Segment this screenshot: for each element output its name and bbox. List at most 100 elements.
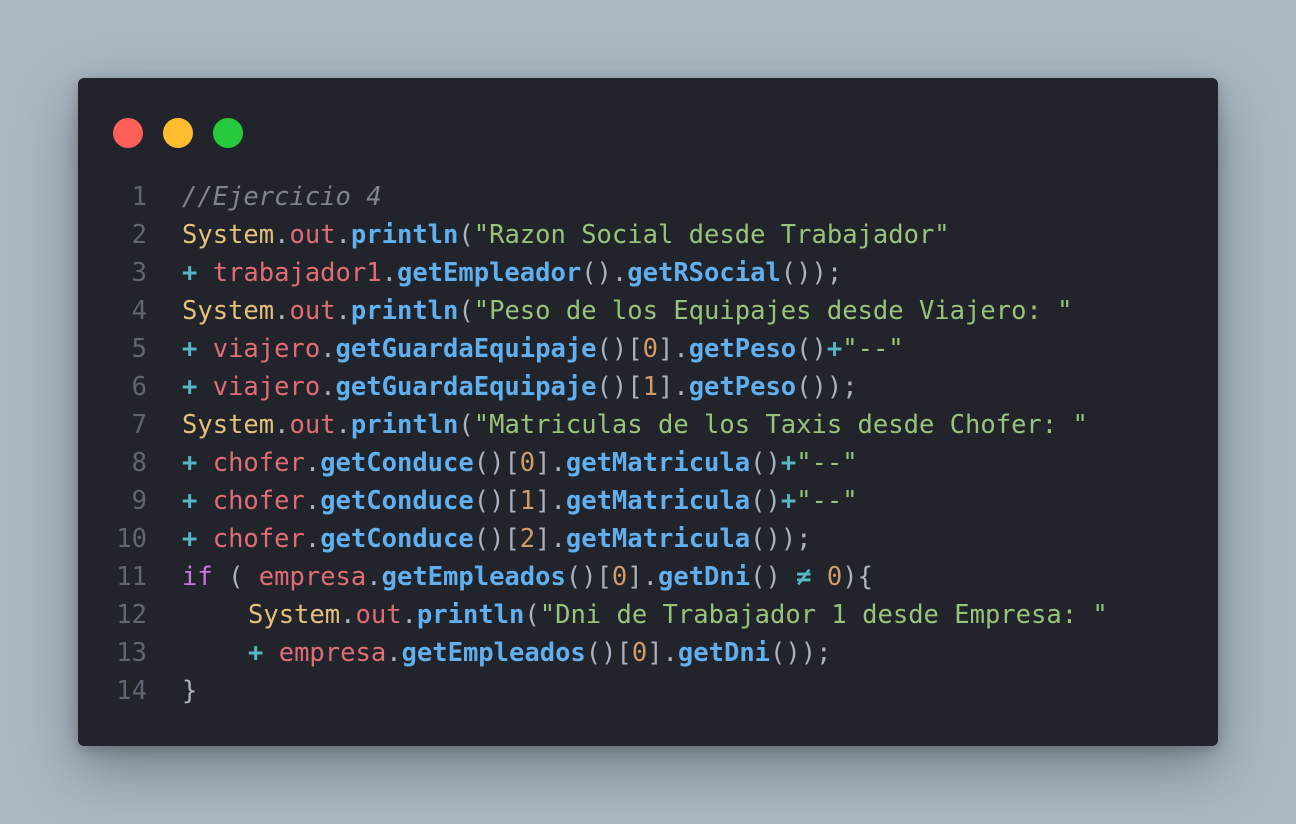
code-token: 0 <box>631 638 648 668</box>
code-token: getGuardaEquipaje <box>335 372 597 402</box>
code-token: . <box>401 600 417 630</box>
code-token: () <box>750 562 797 592</box>
code-token: ]. <box>647 638 678 668</box>
code-token: out <box>289 296 336 326</box>
code-token: + <box>182 258 198 288</box>
line-number: 3 <box>131 258 147 288</box>
code-token: getGuardaEquipaje <box>335 334 597 364</box>
code-token: chofer <box>212 448 305 478</box>
code-token: ){ <box>842 562 873 592</box>
code-token: ()[ <box>473 486 520 516</box>
code-token: ]. <box>627 562 658 592</box>
line-source: } <box>182 672 197 710</box>
line-source: System.out.println("Peso de los Equipaje… <box>182 292 1072 330</box>
code-token: getEmpleados <box>401 638 586 668</box>
code-token: + <box>826 334 843 364</box>
code-token: () <box>750 448 781 478</box>
code-token: ()[ <box>565 562 612 592</box>
code-token: 2 <box>519 524 536 554</box>
code-token: out <box>289 220 336 250</box>
code-token: ( <box>458 220 474 250</box>
code-token: } <box>182 676 198 706</box>
code-token: "--" <box>842 334 904 364</box>
code-token: ( <box>458 410 474 440</box>
code-token: . <box>335 410 351 440</box>
maximize-button[interactable] <box>213 118 243 148</box>
minimize-button[interactable] <box>163 118 193 148</box>
line-source: if ( empresa.getEmpleados()[0].getDni() … <box>182 558 873 596</box>
code-token: 0 <box>519 448 536 478</box>
code-token: 0 <box>826 562 843 592</box>
code-token: + <box>182 448 198 478</box>
line-number: 12 <box>116 600 147 630</box>
line-source: + empresa.getEmpleados()[0].getDni()); <box>182 634 831 672</box>
code-token: . <box>386 638 402 668</box>
code-token: ( <box>212 562 259 592</box>
code-token: . <box>274 410 290 440</box>
line-number: 2 <box>131 220 147 250</box>
code-token: if <box>182 562 213 592</box>
code-token: + <box>182 334 198 364</box>
line-number: 4 <box>131 296 147 326</box>
line-number: 13 <box>116 638 147 668</box>
code-token: "Peso de los Equipajes desde Viajero: " <box>473 296 1073 326</box>
code-token: . <box>340 600 356 630</box>
code-token: 1 <box>519 486 536 516</box>
code-token: println <box>350 296 459 326</box>
line-number: 11 <box>116 562 147 592</box>
line-number: 6 <box>131 372 147 402</box>
code-token: getConduce <box>320 524 474 554</box>
code-token: ]. <box>535 448 566 478</box>
code-token: out <box>289 410 336 440</box>
code-token: . <box>274 220 290 250</box>
code-token: ]. <box>657 334 689 364</box>
code-token: println <box>416 600 525 630</box>
code-token: 0 <box>642 334 658 364</box>
line-source: System.out.println("Dni de Trabajador 1 … <box>182 596 1108 634</box>
code-token: ( <box>524 600 540 630</box>
code-token: + <box>780 448 797 478</box>
code-token: . <box>381 258 397 288</box>
close-button[interactable] <box>113 118 143 148</box>
line-source: System.out.println("Matriculas de los Ta… <box>182 406 1088 444</box>
code-token: . <box>320 334 336 364</box>
code-token: chofer <box>212 486 305 516</box>
code-token: getEmpleados <box>381 562 566 592</box>
code-token: "Razon Social desde Trabajador" <box>473 220 950 250</box>
code-token: + <box>248 638 264 668</box>
line-source: //Ejercicio 4 <box>182 178 382 216</box>
line-number: 1 <box>131 182 147 212</box>
code-token: viajero <box>212 334 321 364</box>
line-number: 10 <box>116 524 147 554</box>
line-number: 14 <box>116 676 147 706</box>
code-token: trabajador1 <box>212 258 382 288</box>
code-token: "--" <box>796 486 858 516</box>
line-number: 8 <box>131 448 147 478</box>
line-number: 9 <box>131 486 147 516</box>
line-source: + viajero.getGuardaEquipaje()[1].getPeso… <box>182 368 858 406</box>
code-token: "Dni de Trabajador 1 desde Empresa: " <box>539 600 1108 630</box>
code-token: System <box>182 410 275 440</box>
code-token: System <box>182 220 275 250</box>
line-number: 5 <box>131 334 147 364</box>
code-token: getPeso <box>688 334 797 364</box>
code-token: getDni <box>677 638 771 668</box>
line-source: + viajero.getGuardaEquipaje()[0].getPeso… <box>182 330 904 368</box>
code-token: empresa <box>278 638 387 668</box>
code-token: + <box>182 372 198 402</box>
code-token: ()[ <box>596 334 643 364</box>
code-token: getDni <box>657 562 751 592</box>
line-source: + chofer.getConduce()[2].getMatricula())… <box>182 520 812 558</box>
code-token: ()[ <box>596 372 643 402</box>
code-token: //Ejercicio 4 <box>182 182 382 212</box>
line-number: 7 <box>131 410 147 440</box>
code-token: . <box>274 296 290 326</box>
code-token: . <box>304 448 321 478</box>
code-token: . <box>320 372 336 402</box>
code-token: getMatricula <box>565 486 751 516</box>
code-token: . <box>304 524 321 554</box>
